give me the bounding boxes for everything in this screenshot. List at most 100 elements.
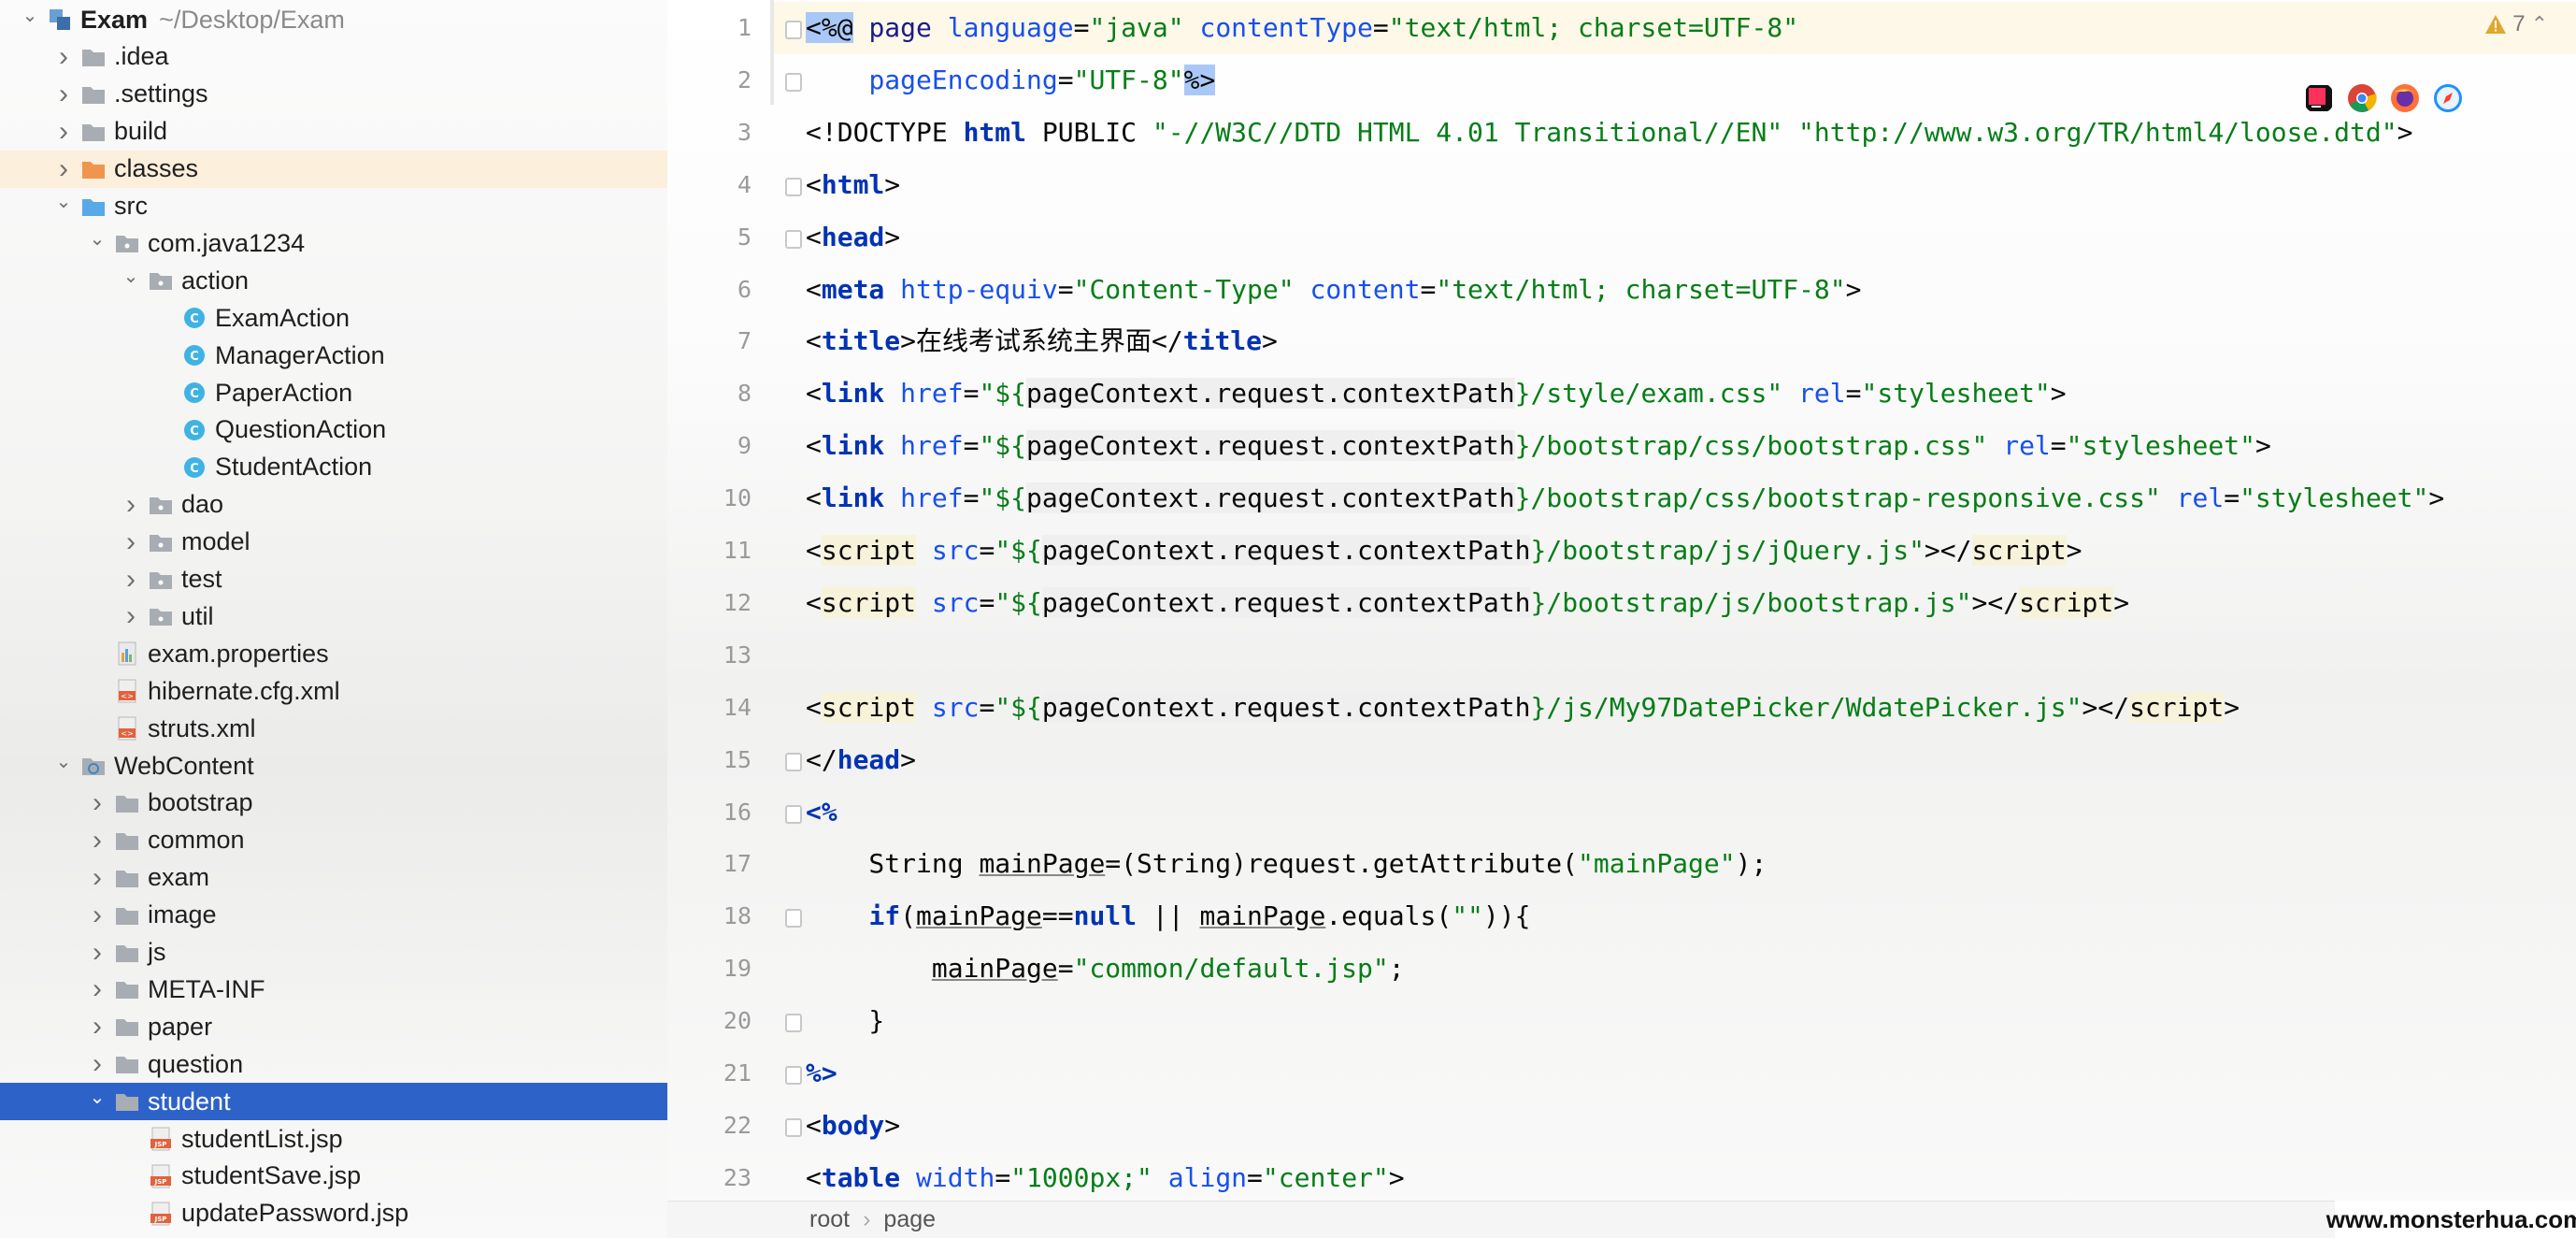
tree-item-action[interactable]: ⌄ action	[0, 262, 667, 299]
chevron-right-icon[interactable]: ›	[86, 971, 108, 1008]
chevron-down-icon[interactable]: ⌄	[120, 257, 142, 295]
fold-marker-icon[interactable]	[785, 752, 802, 771]
fold-marker-icon[interactable]	[785, 1117, 802, 1137]
code-editor[interactable]: 1 2 3 4 5 6 7 8 9 10 11 12 13 14 15 16 17 18 19 20 21 22 23 <%…	[667, 0, 2576, 1238]
tree-item-model[interactable]: › model	[0, 524, 667, 561]
safari-icon[interactable]	[2432, 82, 2464, 114]
tree-item-manageraction[interactable]: C ManagerAction	[0, 337, 667, 374]
code-line[interactable]: <head>	[806, 211, 900, 264]
chevron-right-icon[interactable]: ›	[120, 524, 142, 561]
intellij-icon[interactable]	[2303, 82, 2335, 114]
code-line[interactable]: <script src="${pageContext.request.conte…	[806, 577, 2129, 629]
code-line[interactable]: <!DOCTYPE html PUBLIC "-//W3C//DTD HTML …	[806, 107, 2412, 159]
tree-item-util[interactable]: › util	[0, 597, 667, 635]
chevron-right-icon[interactable]: ›	[52, 113, 75, 151]
code-line[interactable]: <script src="${pageContext.request.conte…	[806, 525, 2082, 577]
fold-marker-icon[interactable]	[785, 177, 802, 196]
chevron-down-icon[interactable]: ⌄	[86, 220, 108, 257]
chevron-right-icon[interactable]: ›	[86, 934, 108, 972]
tree-item-exam[interactable]: ⌄ Exam ~/Desktop/Exam	[0, 1, 667, 38]
chevron-right-icon[interactable]: ›	[86, 897, 108, 934]
code-line[interactable]: }	[806, 995, 884, 1047]
breadcrumb-item-page[interactable]: page	[883, 1206, 936, 1233]
chevron-right-icon[interactable]: ›	[120, 561, 142, 598]
code-line[interactable]: <%	[806, 786, 837, 839]
fold-marker-icon[interactable]	[785, 1014, 802, 1033]
tree-item-exam-properties[interactable]: exam.properties	[0, 635, 667, 672]
fold-marker-icon[interactable]	[785, 1066, 802, 1085]
tree-item-struts-xml[interactable]: <> struts.xml	[0, 710, 667, 747]
tree-item-classes[interactable]: › classes	[0, 150, 667, 188]
code-token: %>	[1183, 64, 1216, 95]
chevron-right-icon[interactable]: ›	[86, 822, 108, 859]
chevron-right-icon[interactable]: ›	[52, 76, 75, 113]
tree-item-bootstrap[interactable]: › bootstrap	[0, 785, 667, 822]
tree-item-webcontent[interactable]: ⌄ WebContent	[0, 747, 667, 785]
tree-item-image[interactable]: › image	[0, 897, 667, 934]
tree-item-studentlist-jsp[interactable]: JSP studentList.jsp	[0, 1120, 667, 1158]
code-line[interactable]: <link href="${pageContext.request.contex…	[806, 367, 2067, 420]
breadcrumb-item-root[interactable]: root	[809, 1206, 850, 1233]
inspection-widget[interactable]: 7 ⌃	[2484, 11, 2548, 37]
code-token: >	[1388, 1161, 1405, 1193]
tree-item-updatepassword-jsp[interactable]: JSP updatePassword.jsp	[0, 1195, 667, 1232]
tree-item-hibernate-cfg-xml[interactable]: <> hibernate.cfg.xml	[0, 672, 667, 710]
chevron-right-icon[interactable]: ›	[86, 785, 108, 822]
code-line[interactable]: %>	[806, 1047, 837, 1100]
code-line[interactable]: String mainPage=(String)request.getAttri…	[806, 838, 1767, 890]
code-token: ></	[2082, 691, 2130, 723]
line-number: 16	[723, 798, 751, 826]
tree-item-com-java1234[interactable]: ⌄ com.java1234	[0, 224, 667, 262]
tree-item-paper[interactable]: › paper	[0, 1008, 667, 1045]
tree-item-build[interactable]: › build	[0, 113, 667, 151]
firefox-icon[interactable]	[2389, 82, 2421, 114]
chevron-down-icon[interactable]: ⌄	[19, 0, 41, 34]
java-class-icon: C	[181, 454, 208, 481]
code-line[interactable]: <table width="1000px;" align="center">	[806, 1152, 1405, 1204]
code-line[interactable]: if(mainPage==null || mainPage.equals("")…	[806, 890, 1530, 943]
chevron-up-icon[interactable]: ⌃	[2531, 12, 2548, 36]
chevron-right-icon[interactable]: ›	[86, 1008, 108, 1045]
tree-item-common[interactable]: › common	[0, 822, 667, 859]
code-token: "common/default.jsp"	[1073, 953, 1389, 985]
tree-item-student[interactable]: ⌄ student	[0, 1083, 667, 1121]
code-line[interactable]: <body>	[806, 1100, 900, 1152]
tree-item-studentaction[interactable]: C StudentAction	[0, 449, 667, 486]
tree-item-dao[interactable]: › dao	[0, 486, 667, 524]
code-line[interactable]: <script src="${pageContext.request.conte…	[806, 682, 2240, 734]
chevron-right-icon[interactable]: ›	[86, 859, 108, 897]
code-line[interactable]: <link href="${pageContext.request.contex…	[806, 420, 2271, 472]
chevron-right-icon[interactable]: ›	[52, 38, 75, 76]
tree-item-js[interactable]: › js	[0, 934, 667, 972]
code-line[interactable]: <meta http-equiv="Content-Type" content=…	[806, 264, 1862, 316]
tree-item-questionaction[interactable]: C QuestionAction	[0, 411, 667, 449]
code-line[interactable]: </head>	[806, 734, 916, 786]
tree-item-meta-inf[interactable]: › META-INF	[0, 971, 667, 1008]
chevron-down-icon[interactable]: ⌄	[52, 183, 75, 221]
code-line[interactable]: pageEncoding="UTF-8"%>	[806, 54, 1216, 107]
chevron-down-icon[interactable]: ⌄	[86, 1078, 108, 1116]
tree-item-studentsave-jsp[interactable]: JSP studentSave.jsp	[0, 1158, 667, 1195]
tree-item-settings[interactable]: › .settings	[0, 76, 667, 113]
fold-marker-icon[interactable]	[785, 72, 802, 92]
tree-item-exam[interactable]: › exam	[0, 859, 667, 897]
code-token: =	[963, 482, 980, 514]
code-line[interactable]: <html>	[806, 159, 900, 211]
fold-marker-icon[interactable]	[785, 21, 802, 39]
code-line[interactable]: <title>在线考试系统主界面</title>	[806, 315, 1278, 367]
chevron-right-icon[interactable]: ›	[120, 597, 142, 635]
fold-marker-icon[interactable]	[785, 909, 802, 928]
code-line[interactable]: <%@ page language="java" contentType="te…	[806, 2, 1798, 54]
code-line[interactable]: <link href="${pageContext.request.contex…	[806, 472, 2444, 525]
code-line[interactable]: mainPage="common/default.jsp";	[806, 943, 1405, 995]
chevron-down-icon[interactable]: ⌄	[52, 742, 75, 780]
tree-item-paperaction[interactable]: C PaperAction	[0, 374, 667, 411]
fold-marker-icon[interactable]	[785, 229, 802, 249]
tree-item-examaction[interactable]: C ExamAction	[0, 299, 667, 337]
tree-item-idea[interactable]: › .idea	[0, 38, 667, 76]
chrome-icon[interactable]	[2346, 82, 2378, 114]
fold-marker-icon[interactable]	[785, 804, 802, 824]
tree-item-test[interactable]: › test	[0, 561, 667, 598]
chevron-right-icon[interactable]: ›	[120, 486, 142, 524]
code-token: <	[806, 1161, 822, 1193]
